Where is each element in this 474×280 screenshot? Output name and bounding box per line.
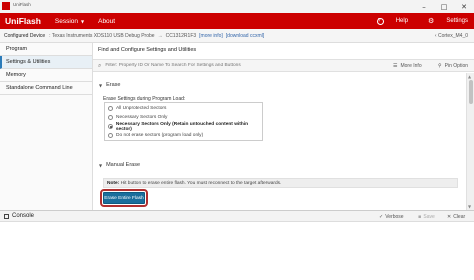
collapse-triangle-icon: ▼ [99, 162, 103, 168]
erase-option-label: Necessary Sectors Only [116, 115, 168, 120]
console-title: Console [12, 213, 35, 219]
scroll-up-icon[interactable]: ▲ [468, 74, 471, 79]
maximize-icon[interactable]: □ [434, 0, 454, 13]
target-device: CC1312R1F3 [165, 32, 197, 39]
more-info-label: More Info [400, 63, 422, 69]
verbose-label: Verbose [385, 214, 404, 220]
core-name: Cortex_M4_0 [437, 33, 468, 39]
verbose-toggle[interactable]: ✓ Verbose [379, 214, 404, 220]
sidebar: Program Settings & Utilities Memory Stan… [0, 43, 93, 210]
menu-session[interactable]: Session ▼ [55, 18, 84, 25]
sidebar-item-program[interactable]: Program [0, 43, 92, 56]
clear-icon: ✕ [447, 214, 452, 220]
pin-option-label: Pin Option [444, 63, 469, 69]
window-titlebar: UniFlash – □ ✕ [0, 0, 474, 13]
page-title: Find and Configure Settings and Utilitie… [98, 47, 197, 53]
window-title: UniFlash [13, 2, 31, 7]
menubar: UniFlash Session ▼ About ? Help ⚙ Settin… [0, 13, 474, 29]
sidebar-item-settings-utilities[interactable]: Settings & Utilities [0, 56, 92, 69]
brand-logo: UniFlash [5, 16, 41, 26]
manual-erase-note: Note: Hit button to erase entire flash. … [103, 178, 458, 188]
scrollbar-thumb[interactable] [469, 80, 473, 104]
help-button[interactable]: ? Help [367, 17, 409, 25]
chevron-left-icon: ‹ [434, 33, 437, 39]
close-window-icon[interactable]: ✕ [454, 0, 474, 13]
console-icon [4, 213, 9, 219]
radio-button-selected[interactable] [108, 124, 113, 129]
search-bar: ⌕ ☰ More Info ⚲ Pin Option [93, 59, 474, 72]
console-output-area [0, 222, 474, 280]
sidebar-item-memory[interactable]: Memory [0, 69, 92, 82]
arrow-icon: → [157, 32, 163, 39]
settings-content: ▼ Erase Erase Settings during Program Lo… [93, 73, 466, 210]
more-info-link[interactable]: [more info] [199, 33, 223, 39]
core-selector[interactable]: ‹ Cortex_M4_0 [435, 33, 468, 39]
search-icon: ⌕ [98, 61, 102, 69]
erase-option-necessary-retain[interactable]: Necessary Sectors Only (Retain untouched… [108, 121, 259, 132]
pin-icon: ⚲ [438, 63, 442, 69]
note-text: Hit button to erase entire flash. You mu… [119, 181, 282, 186]
vertical-scrollbar[interactable]: ▲ ▼ [466, 73, 474, 210]
erase-section-title: Erase [106, 82, 121, 88]
erase-option-label: Do not erase sectors (program load only) [116, 133, 204, 138]
erase-section-header[interactable]: ▼ Erase [99, 82, 120, 88]
console-bar: Console ✓ Verbose ▪ Save ✕ Clear [0, 210, 474, 222]
erase-option-label: All Unprotected Sectors [116, 106, 167, 111]
probe-name: : Texas Instruments XDS110 USB Debug Pro… [49, 32, 155, 39]
note-label: Note: [107, 181, 120, 186]
settings-label: Settings [446, 18, 468, 24]
clear-button[interactable]: ✕ Clear [447, 214, 465, 220]
save-button[interactable]: ▪ Save [418, 214, 435, 220]
manual-erase-section-header[interactable]: ▼ Manual Erase [99, 162, 140, 168]
radio-button[interactable] [108, 106, 113, 111]
save-icon: ▪ [418, 214, 422, 220]
check-icon: ✓ [379, 214, 384, 220]
help-label: Help [395, 18, 409, 24]
sidebar-item-standalone-command-line[interactable]: Standalone Command Line [0, 82, 92, 95]
menu-icon: ☰ [393, 63, 398, 69]
erase-options-group: All Unprotected Sectors Necessary Sector… [104, 102, 263, 141]
scroll-down-icon[interactable]: ▼ [468, 204, 471, 209]
erase-option-label: Necessary Sectors Only (Retain untouched… [115, 121, 249, 132]
caret-down-icon: ▼ [81, 18, 85, 24]
radio-button[interactable] [108, 115, 113, 120]
console-toggle[interactable]: Console [4, 213, 34, 219]
collapse-triangle-icon: ▼ [99, 82, 103, 88]
manual-erase-section-title: Manual Erase [106, 162, 141, 168]
clear-label: Clear [453, 214, 466, 220]
configured-device-label: Configured Device [4, 32, 46, 39]
help-icon: ? [376, 17, 384, 25]
save-label: Save [423, 214, 435, 220]
app-icon [2, 2, 10, 10]
radio-button[interactable] [108, 133, 113, 138]
erase-option-all-unprotected[interactable]: All Unprotected Sectors [108, 104, 259, 113]
more-info-button[interactable]: ☰ More Info [393, 63, 422, 69]
pin-option-button[interactable]: ⚲ Pin Option [438, 63, 468, 69]
gear-icon: ⚙ [428, 17, 435, 25]
menu-session-label: Session [54, 17, 79, 25]
erase-option-do-not-erase[interactable]: Do not erase sectors (program load only) [108, 131, 259, 140]
download-ccxml-link[interactable]: [download ccxml] [226, 33, 264, 39]
settings-button[interactable]: ⚙ Settings [418, 17, 468, 25]
menu-about[interactable]: About [98, 18, 115, 25]
search-input[interactable] [105, 63, 386, 68]
main-panel: Find and Configure Settings and Utilitie… [93, 43, 474, 210]
device-bar: Configured Device : Texas Instruments XD… [0, 29, 474, 43]
minimize-icon[interactable]: – [414, 0, 434, 13]
erase-entire-flash-button[interactable]: Erase Entire Flash [100, 189, 148, 207]
